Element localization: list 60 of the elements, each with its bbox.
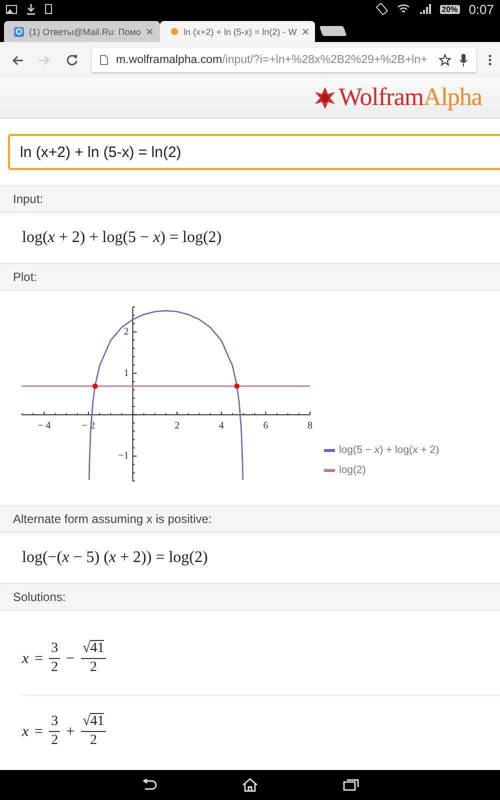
back-icon[interactable]	[12, 54, 24, 66]
intersection-point	[92, 384, 98, 389]
formula: log(−(x − 5) (x + 2)) = log(2)	[22, 549, 208, 567]
close-tab-button[interactable]: ×	[302, 25, 310, 38]
legend-label: log(2)	[339, 464, 366, 476]
wifi-icon	[396, 4, 410, 14]
recent-apps-icon[interactable]	[343, 779, 359, 791]
back-icon[interactable]	[141, 779, 157, 791]
numerator: 3	[49, 641, 60, 659]
battery-level: 20%	[440, 4, 460, 14]
url-text: m.wolframalpha.com/input/?i=+ln+%28x%2B2%29+%2B+ln+	[116, 54, 428, 66]
image-icon	[6, 4, 17, 14]
download-icon	[26, 4, 36, 14]
tick-label: 1	[124, 368, 129, 379]
browser-tab[interactable]: (1) Ответы@Mail.Ru: Помо ×	[4, 21, 160, 42]
tick-label: 6	[263, 420, 268, 432]
tick-label: 2	[174, 420, 180, 432]
tick-label: 8	[308, 420, 312, 432]
pod-title: Plot:	[13, 270, 38, 284]
legend-label: log(5 − x) + log(x + 2)	[339, 444, 440, 456]
operator: −	[66, 650, 75, 668]
numerator: √41	[80, 641, 106, 659]
denominator: 2	[90, 658, 97, 677]
tick-label: 2	[124, 326, 129, 338]
tab-title: (1) Ответы@Mail.Ru: Помо	[29, 26, 141, 36]
numerator: √41	[80, 714, 106, 732]
denominator: 2	[51, 658, 58, 677]
tick-label: 4	[218, 420, 224, 432]
star-logo-icon	[314, 87, 336, 109]
phone-icon	[45, 4, 52, 14]
browser-tab[interactable]: ln (x+2) + ln (5-x) = ln(2) - W ×	[160, 21, 316, 42]
signal-icon	[418, 4, 431, 14]
menu-icon[interactable]	[488, 54, 492, 66]
operator: +	[66, 724, 75, 740]
clock: 0:07	[468, 2, 494, 16]
tick-label: −1	[118, 450, 129, 462]
logo-text: WolframAlpha	[338, 84, 482, 112]
pod-title: Input:	[13, 192, 44, 206]
tick-label: − 4	[38, 420, 51, 432]
new-tab-button[interactable]	[320, 26, 348, 36]
numerator: 3	[49, 714, 60, 732]
home-icon[interactable]	[242, 778, 258, 792]
close-tab-button[interactable]: ×	[146, 25, 154, 38]
variable: x	[22, 650, 29, 668]
denominator: 2	[51, 732, 58, 750]
equals-sign: =	[34, 650, 44, 668]
rotation-icon	[376, 3, 388, 15]
equals-sign: =	[34, 724, 44, 740]
tab-title: ln (x+2) + ln (5-x) = ln(2) - W	[184, 26, 297, 36]
pod-title: Alternate form assuming x is positive:	[13, 512, 212, 526]
intersection-point	[234, 384, 240, 389]
formula: log(x + 2) + log(5 − x) = log(2)	[22, 229, 222, 247]
microphone-icon[interactable]	[459, 54, 468, 66]
variable: x	[22, 724, 29, 740]
pod-title: Solutions:	[13, 590, 66, 604]
denominator: 2	[90, 732, 97, 750]
url-field[interactable]: m.wolframalpha.com/input/?i=+ln+%28x%2B2%29+%2B+ln+	[92, 48, 476, 72]
query-field[interactable]: ln (x+2) + ln (5-x) = ln(2)	[8, 134, 500, 170]
star-icon[interactable]	[439, 54, 451, 66]
reload-icon[interactable]	[66, 54, 78, 66]
